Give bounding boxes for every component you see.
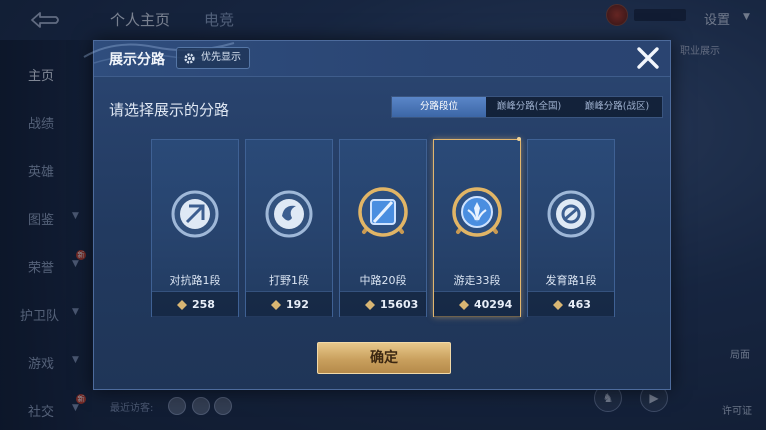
tab-lane-rank[interactable]: 分路段位: [392, 97, 486, 117]
score-row: 15603: [340, 291, 426, 317]
star-points-icon: [459, 300, 469, 310]
gold-rank-emblem-icon: [452, 187, 502, 237]
gold-rank-emblem-icon: [358, 187, 408, 237]
score-row: 40294: [434, 291, 520, 317]
lane-card-farm[interactable]: 发育路1段 463: [527, 139, 615, 317]
lane-card-jungle[interactable]: 打野1段 192: [245, 139, 333, 317]
star-points-icon: [177, 300, 187, 310]
tab-peak-region[interactable]: 巅峰分路(战区): [572, 97, 662, 117]
dialog-subtitle: 请选择展示的分路: [109, 101, 230, 119]
lane-rank-label: 游走33段: [453, 274, 501, 287]
lane-rank-label: 中路20段: [359, 274, 407, 287]
lane-rank-label: 打野1段: [269, 274, 309, 287]
lane-tabs: 分路段位 巅峰分路(全国) 巅峰分路(战区): [391, 96, 663, 118]
lane-score: 192: [286, 298, 309, 311]
lane-score: 463: [568, 298, 591, 311]
lane-card-mid[interactable]: 中路20段 15603: [339, 139, 427, 317]
priority-display-button[interactable]: 优先显示: [176, 47, 250, 69]
lane-card-top[interactable]: 对抗路1段 258: [151, 139, 239, 317]
confirm-button[interactable]: 确定: [317, 342, 451, 374]
lane-rank-label: 发育路1段: [545, 274, 597, 287]
lane-score: 15603: [380, 298, 419, 311]
priority-display-label: 优先显示: [201, 52, 241, 63]
silver-rank-emblem-icon: [171, 190, 219, 238]
lane-score: 258: [192, 298, 215, 311]
close-icon[interactable]: [635, 45, 661, 71]
star-points-icon: [271, 300, 281, 310]
lane-score: 40294: [474, 298, 513, 311]
star-points-icon: [365, 300, 375, 310]
dialog-header: 展示分路 优先显示: [83, 41, 670, 77]
silver-rank-emblem-icon: [547, 190, 595, 238]
lane-rank-label: 对抗路1段: [169, 274, 221, 287]
score-row: 463: [528, 291, 614, 317]
selection-corner-dot: [517, 137, 521, 141]
tab-peak-national[interactable]: 巅峰分路(全国): [486, 97, 572, 117]
lane-card-roam[interactable]: 游走33段 40294: [433, 137, 521, 317]
star-points-icon: [553, 300, 563, 310]
dialog-title: 展示分路: [109, 52, 165, 68]
silver-rank-emblem-icon: [265, 190, 313, 238]
score-row: 258: [152, 291, 238, 317]
lane-display-dialog: 展示分路 优先显示 请选择展示的分路 分路段位 巅峰分路(全国) 巅峰分路(战区…: [83, 40, 671, 390]
score-row: 192: [246, 291, 332, 317]
gear-icon: [184, 53, 195, 64]
